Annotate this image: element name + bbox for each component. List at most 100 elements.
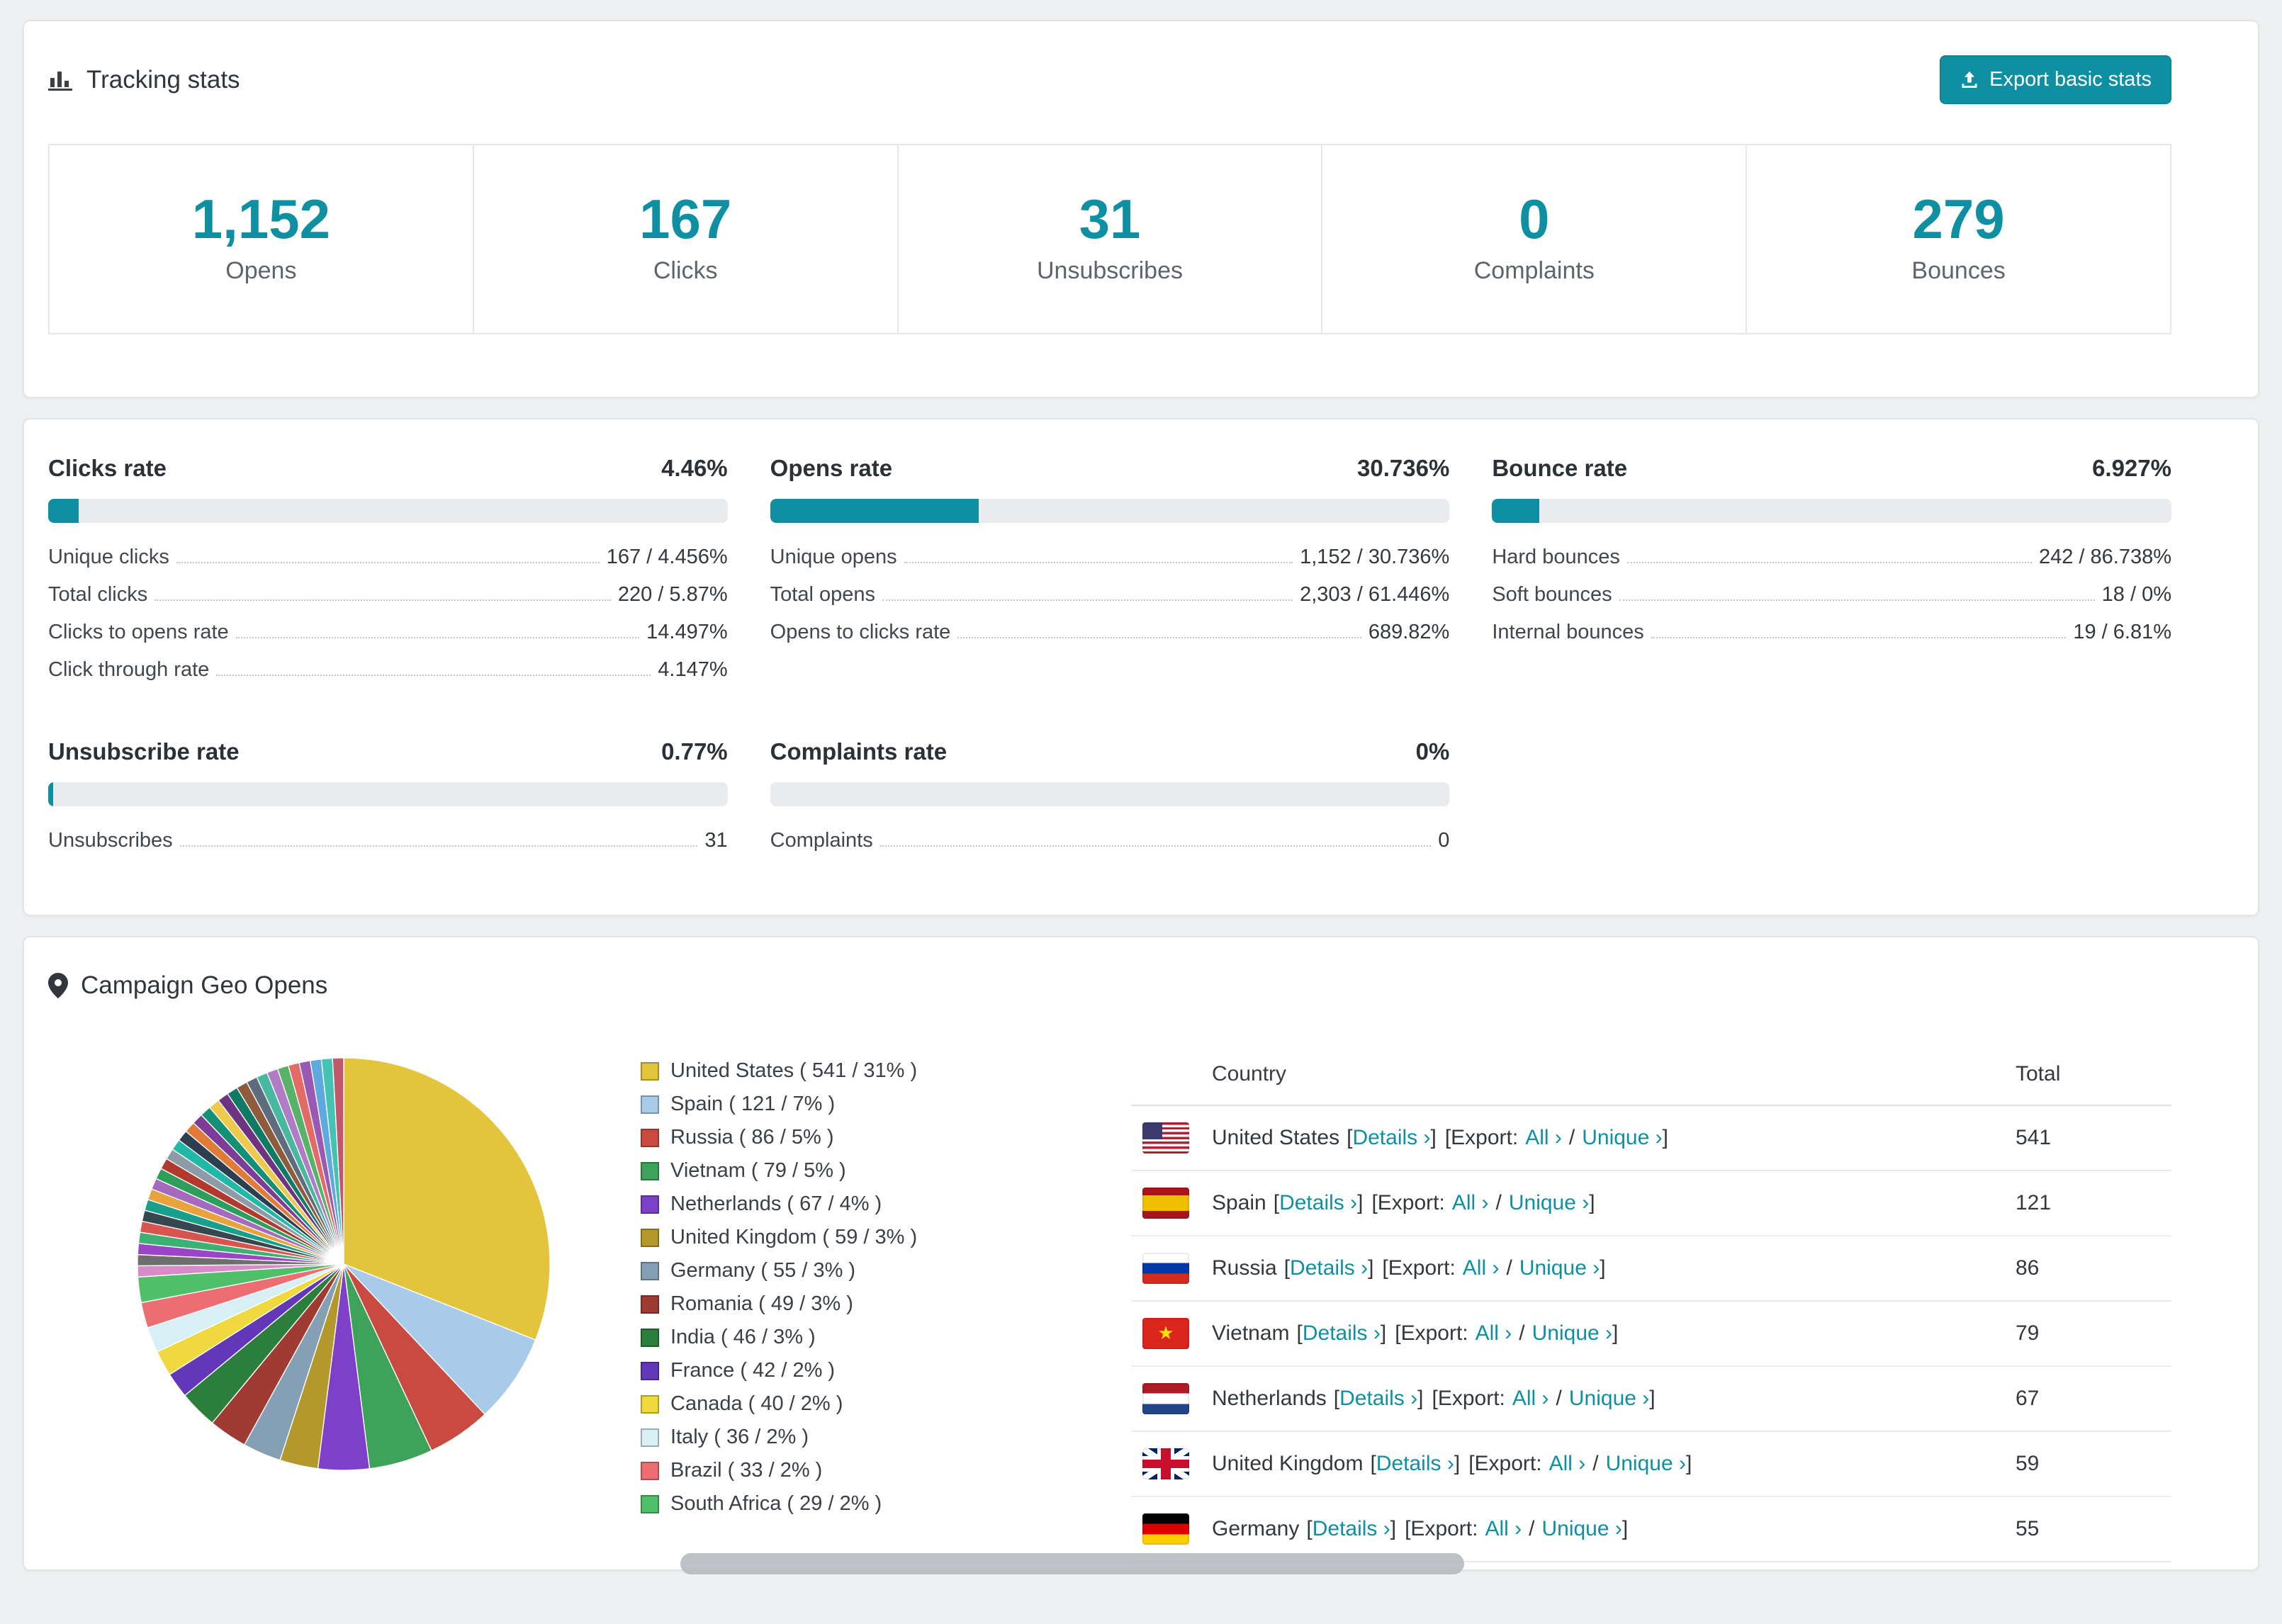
legend-label: Brazil ( 33 / 2% ) xyxy=(670,1459,823,1482)
legend-label: Germany ( 55 / 3% ) xyxy=(670,1259,856,1282)
rate-value: 0% xyxy=(1415,738,1450,765)
tracking-stats-card: Tracking stats Export basic stats 1,152 … xyxy=(23,20,2259,398)
export-basic-stats-button[interactable]: Export basic stats xyxy=(1940,55,2171,104)
export-all-link[interactable]: All › xyxy=(1512,1387,1549,1411)
rate-header: Clicks rate 4.46% xyxy=(48,455,728,482)
details-link[interactable]: Details › xyxy=(1339,1387,1417,1411)
rate-detail-row: Total clicks 220 / 5.87% xyxy=(48,583,728,607)
rate-detail-label: Hard bounces xyxy=(1492,546,1620,568)
dashboard-page: Tracking stats Export basic stats 1,152 … xyxy=(0,0,2282,1591)
bracket: [ xyxy=(1283,1256,1291,1280)
slash: / xyxy=(1592,1452,1599,1475)
country-total: 67 xyxy=(2016,1387,2040,1410)
stat-cell: 0 Complaints xyxy=(1322,145,1748,333)
bracket: ] xyxy=(1589,1191,1595,1214)
export-unique-link[interactable]: Unique › xyxy=(1519,1256,1600,1280)
stat-label: Unsubscribes xyxy=(1037,257,1183,284)
rate-panel: Unsubscribe rate 0.77% Unsubscribes 31 xyxy=(48,738,728,867)
legend-label: United Kingdom ( 59 / 3% ) xyxy=(670,1226,918,1248)
table-row: Vietnam[Details ›] [Export: All › / Unique ›… xyxy=(1131,1302,2171,1367)
export-unique-link[interactable]: Unique › xyxy=(1582,1126,1662,1150)
rate-rows: Unsubscribes 31 xyxy=(48,829,728,852)
legend-item: India ( 46 / 3% ) xyxy=(641,1326,1131,1349)
geo-header: Campaign Geo Opens xyxy=(24,937,2258,1031)
bracket: ] xyxy=(1357,1191,1364,1214)
stat-cell: 1,152 Opens xyxy=(50,145,474,333)
country-total: 541 xyxy=(2016,1126,2052,1149)
geo-table-body: United States[Details ›] [Export: All › / Un… xyxy=(1131,1106,2171,1562)
details-link[interactable]: Details › xyxy=(1279,1191,1357,1215)
table-row: Russia[Details ›] [Export: All › / Unique ›]… xyxy=(1131,1236,2171,1302)
legend-swatch xyxy=(641,1295,659,1314)
rate-detail-label: Clicks to opens rate xyxy=(48,621,229,643)
legend-label: Vietnam ( 79 / 5% ) xyxy=(670,1159,846,1182)
stat-label: Bounces xyxy=(1911,257,2006,284)
export-unique-link[interactable]: Unique › xyxy=(1541,1517,1621,1541)
rate-value: 4.46% xyxy=(661,455,728,481)
country-total: 79 xyxy=(2016,1321,2040,1345)
details-link[interactable]: Details › xyxy=(1352,1126,1430,1150)
dotted-leader xyxy=(882,599,1293,601)
export-unique-link[interactable]: Unique › xyxy=(1569,1387,1649,1411)
export-all-link[interactable]: All › xyxy=(1476,1321,1512,1346)
card-title-text: Campaign Geo Opens xyxy=(81,971,328,999)
bracket: ] xyxy=(1649,1387,1656,1410)
rate-rows: Complaints 0 xyxy=(770,829,1450,852)
legend-label: Russia ( 86 / 5% ) xyxy=(670,1126,834,1149)
bracket: ] xyxy=(1621,1517,1629,1540)
legend-label: Canada ( 40 / 2% ) xyxy=(670,1392,843,1415)
slash: / xyxy=(1529,1517,1535,1540)
rate-detail-row: Unique opens 1,152 / 30.736% xyxy=(770,546,1450,569)
country-cell: Spain [Details ›] [Export: All › / Unique ›] xyxy=(1131,1188,2016,1219)
rate-title: Unsubscribe rate xyxy=(48,738,240,765)
details-link[interactable]: Details › xyxy=(1290,1256,1368,1280)
country-cell: United Kingdom [Details ›] [Export: All › / U… xyxy=(1131,1448,2016,1479)
legend-swatch xyxy=(641,1494,659,1513)
stat-value: 279 xyxy=(1912,188,2005,250)
stat-value: 0 xyxy=(1519,188,1550,250)
horizontal-scrollbar-thumb[interactable] xyxy=(680,1553,1464,1574)
legend-item: Brazil ( 33 / 2% ) xyxy=(641,1459,1131,1482)
rate-detail-row: Hard bounces 242 / 86.738% xyxy=(1492,546,2171,569)
export-all-link[interactable]: All › xyxy=(1452,1191,1489,1215)
export-all-link[interactable]: All › xyxy=(1525,1126,1562,1150)
bracket: ] xyxy=(1662,1126,1668,1149)
country-flag-icon xyxy=(1142,1383,1189,1414)
tracking-stats-header: Tracking stats Export basic stats xyxy=(24,21,2258,135)
rate-detail-value: 167 / 4.456% xyxy=(606,546,728,568)
country-cell: Vietnam[Details ›] [Export: All › / Unique ›… xyxy=(1131,1318,2016,1349)
rate-detail-value: 18 / 0% xyxy=(2101,583,2171,606)
export-all-link[interactable]: All › xyxy=(1549,1452,1586,1476)
legend-item: Germany ( 55 / 3% ) xyxy=(641,1259,1131,1282)
rate-detail-label: Click through rate xyxy=(48,658,210,681)
details-link[interactable]: Details › xyxy=(1313,1517,1390,1541)
country-name: Germany xyxy=(1212,1517,1300,1540)
legend-swatch xyxy=(641,1195,659,1214)
bracket: ] xyxy=(1417,1387,1424,1410)
legend-item: France ( 42 / 2% ) xyxy=(641,1359,1131,1382)
geo-table: Country Total United States[Details ›] [E… xyxy=(1131,1037,2171,1562)
export-unique-link[interactable]: Unique › xyxy=(1532,1321,1612,1346)
rate-header: Complaints rate 0% xyxy=(770,738,1450,765)
dotted-leader xyxy=(176,562,600,563)
total-column-header: Total xyxy=(2016,1062,2061,1086)
country-total: 121 xyxy=(2016,1191,2052,1214)
map-pin-icon xyxy=(48,973,68,998)
details-link[interactable]: Details › xyxy=(1376,1452,1454,1476)
rate-detail-label: Soft bounces xyxy=(1492,583,1612,606)
export-unique-link[interactable]: Unique › xyxy=(1509,1191,1589,1215)
stat-label: Complaints xyxy=(1473,257,1595,284)
stat-value: 167 xyxy=(639,188,732,250)
country-name: Spain xyxy=(1212,1191,1266,1214)
stats-row: 1,152 Opens 167 Clicks 31 Unsubscribes 0… xyxy=(48,144,2171,334)
export-all-link[interactable]: All › xyxy=(1485,1517,1522,1541)
details-link[interactable]: Details › xyxy=(1303,1321,1381,1346)
legend-label: Spain ( 121 / 7% ) xyxy=(670,1093,836,1115)
rate-title: Opens rate xyxy=(770,455,893,481)
rate-detail-row: Click through rate 4.147% xyxy=(48,658,728,682)
export-all-link[interactable]: All › xyxy=(1463,1256,1500,1280)
geo-title: Campaign Geo Opens xyxy=(48,971,327,1000)
legend-swatch xyxy=(641,1161,659,1180)
bracket: ] xyxy=(1368,1256,1374,1280)
export-unique-link[interactable]: Unique › xyxy=(1606,1452,1686,1476)
